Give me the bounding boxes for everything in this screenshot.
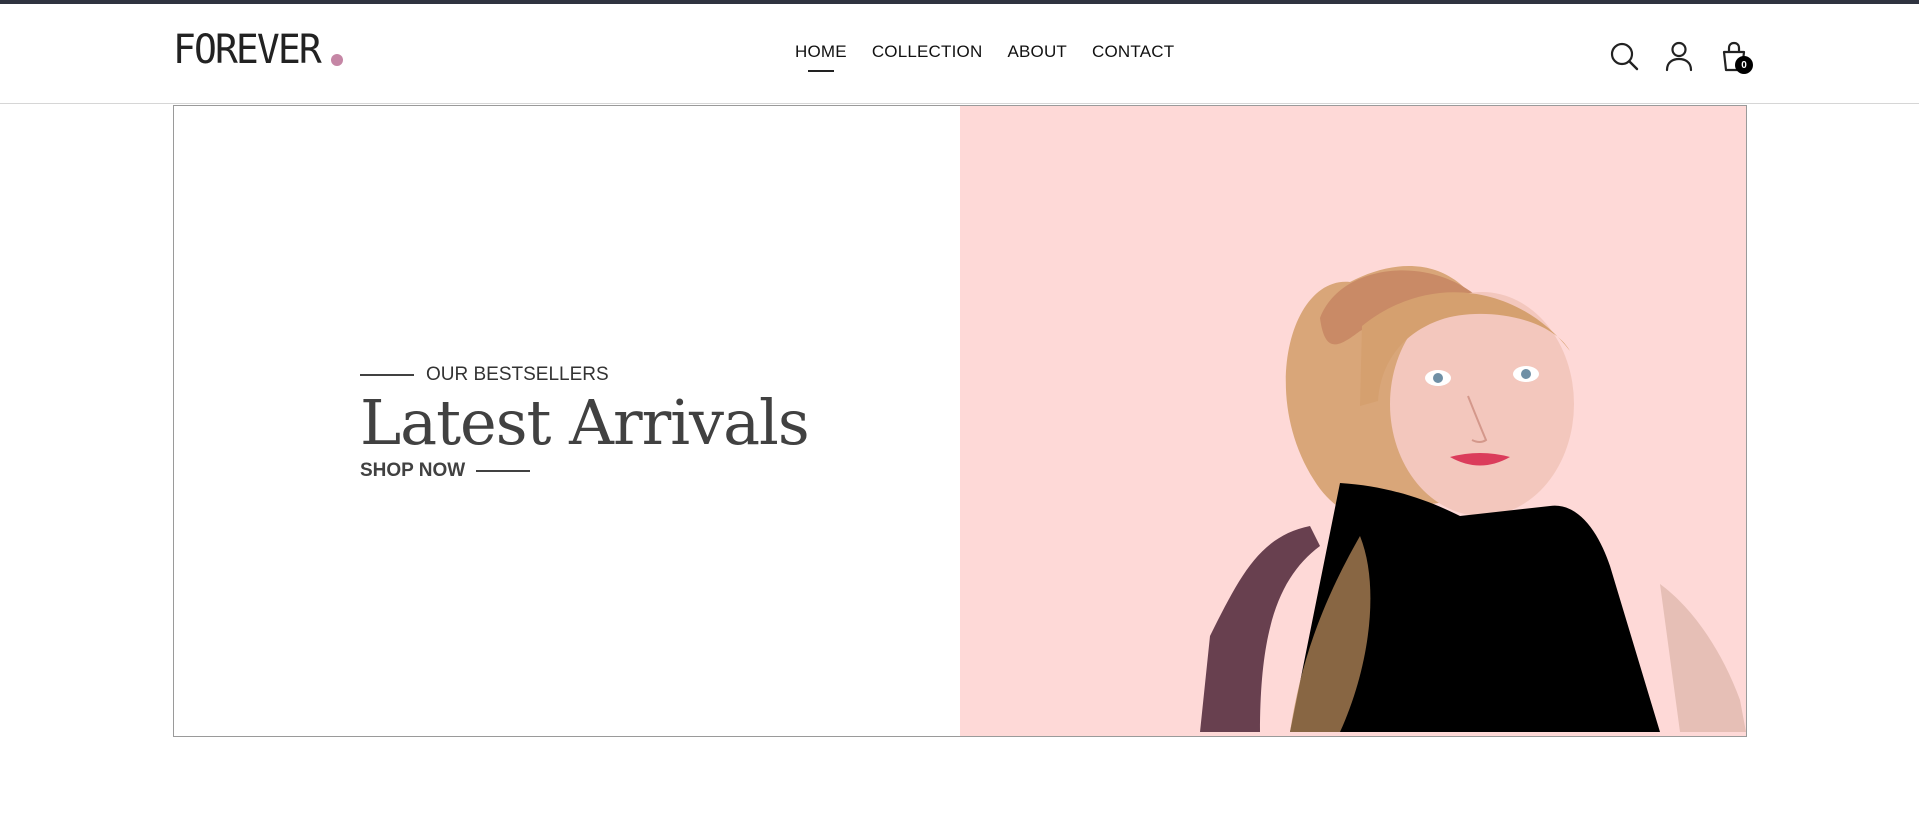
nav-home[interactable]: HOME [795, 42, 847, 62]
hero-banner: OUR BESTSELLERS Latest Arrivals SHOP NOW [173, 105, 1747, 737]
hero-text-panel: OUR BESTSELLERS Latest Arrivals SHOP NOW [174, 106, 960, 736]
logo[interactable]: FOREVER [173, 30, 343, 70]
header-actions: 0 [1608, 40, 1753, 74]
hero-eyebrow: OUR BESTSELLERS [360, 364, 809, 386]
main-nav: HOME COLLECTION ABOUT CONTACT [795, 42, 1199, 62]
site-header: FOREVER HOME COLLECTION ABOUT CONTACT 0 [0, 4, 1919, 104]
cart-icon[interactable]: 0 [1718, 40, 1753, 74]
search-icon[interactable] [1608, 40, 1640, 72]
nav-collection[interactable]: COLLECTION [872, 42, 983, 62]
hero-headline: Latest Arrivals [360, 386, 810, 459]
cart-count-badge: 0 [1735, 56, 1753, 74]
cta-rule [476, 470, 531, 472]
shop-now-button[interactable]: SHOP NOW [360, 460, 809, 482]
nav-about[interactable]: ABOUT [1007, 42, 1067, 62]
logo-dot [330, 54, 343, 66]
eyebrow-text: OUR BESTSELLERS [426, 364, 609, 385]
shop-now-label: SHOP NOW [360, 460, 466, 481]
hero-image [960, 106, 1746, 736]
logo-text: FOREVER [173, 27, 322, 73]
eyebrow-rule [360, 374, 414, 376]
nav-contact[interactable]: CONTACT [1092, 42, 1174, 62]
fashion-model-photo [960, 106, 1746, 736]
profile-icon[interactable] [1663, 40, 1695, 72]
hero-copy: OUR BESTSELLERS Latest Arrivals SHOP NOW [360, 364, 810, 482]
